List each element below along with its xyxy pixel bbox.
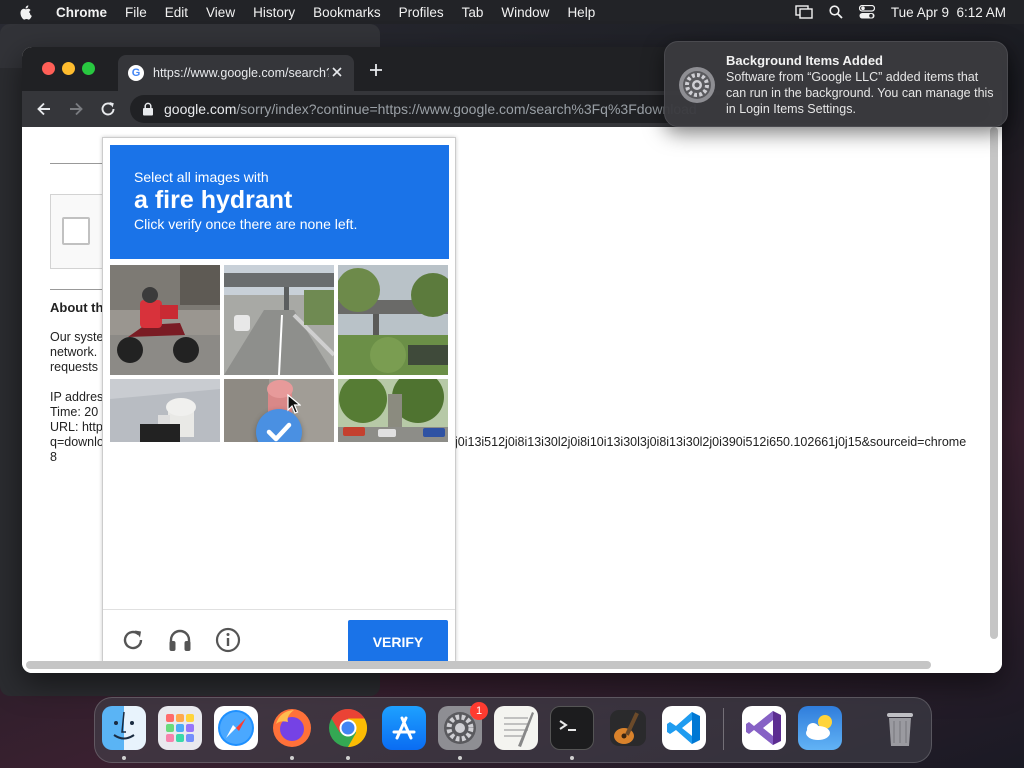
url-line-2: q=downlo bbox=[50, 435, 104, 449]
notification-badge: 1 bbox=[470, 702, 488, 720]
url-line-3: 8 bbox=[50, 450, 57, 464]
tab-close-icon[interactable] bbox=[330, 65, 344, 79]
dock-garageband-icon[interactable] bbox=[606, 706, 650, 750]
reload-challenge-icon[interactable] bbox=[120, 627, 146, 653]
dock-safari-icon[interactable] bbox=[214, 706, 258, 750]
dock-visual-studio-icon[interactable] bbox=[742, 706, 786, 750]
dock-app-store-icon[interactable] bbox=[382, 706, 426, 750]
running-indicator bbox=[570, 756, 574, 760]
close-window-button[interactable] bbox=[42, 62, 55, 75]
captcha-target-text: a fire hydrant bbox=[134, 186, 293, 214]
captcha-tile-red-hydrant[interactable] bbox=[224, 379, 334, 442]
body-text-line: Our syste bbox=[50, 330, 104, 344]
recaptcha-checkbox[interactable] bbox=[62, 217, 90, 245]
captcha-tile-overpass[interactable] bbox=[224, 265, 334, 375]
menu-help[interactable]: Help bbox=[567, 5, 595, 20]
verify-button[interactable]: VERIFY bbox=[348, 620, 448, 664]
system-settings-gear-icon bbox=[679, 67, 715, 103]
back-arrow-icon[interactable] bbox=[35, 100, 53, 118]
forward-arrow-icon[interactable] bbox=[67, 100, 85, 118]
notification-title: Background Items Added bbox=[726, 53, 883, 68]
screen-mirroring-icon[interactable] bbox=[795, 5, 813, 19]
dock-separator bbox=[723, 708, 724, 750]
menu-tab[interactable]: Tab bbox=[462, 5, 484, 20]
mouse-cursor-icon bbox=[287, 394, 301, 414]
info-icon[interactable] bbox=[215, 627, 241, 653]
menu-file[interactable]: File bbox=[125, 5, 147, 20]
url-path: /sorry/index?continue=https://www.google… bbox=[236, 101, 697, 117]
url-label: URL: http bbox=[50, 420, 103, 434]
control-center-icon[interactable] bbox=[858, 5, 875, 19]
dock-weather-icon[interactable] bbox=[798, 706, 842, 750]
horizontal-scrollbar[interactable] bbox=[26, 661, 931, 669]
menu-view[interactable]: View bbox=[206, 5, 235, 20]
body-text-line: requests bbox=[50, 360, 98, 374]
dock-firefox-icon[interactable] bbox=[270, 706, 314, 750]
menu-clock[interactable]: Tue Apr 9 6:12 AM bbox=[891, 5, 1006, 20]
active-tab[interactable]: G https://www.google.com/search?q=downlo… bbox=[118, 55, 354, 91]
captcha-instruction-text: Select all images with bbox=[134, 169, 269, 185]
dock-finder-icon[interactable] bbox=[102, 706, 146, 750]
running-indicator bbox=[290, 756, 294, 760]
captcha-footer: VERIFY bbox=[103, 609, 455, 664]
menu-bookmarks[interactable]: Bookmarks bbox=[313, 5, 381, 20]
spotlight-search-icon[interactable] bbox=[829, 5, 843, 19]
page-content: About th Our syste network. requests IP … bbox=[22, 127, 1002, 673]
menu-profiles[interactable]: Profiles bbox=[399, 5, 444, 20]
dock: 1 bbox=[94, 697, 932, 763]
background-items-notification[interactable]: Background Items Added Software from “Go… bbox=[664, 41, 1008, 127]
audio-challenge-icon[interactable] bbox=[167, 627, 193, 653]
captcha-tile-bridge[interactable] bbox=[338, 265, 448, 375]
dock-textedit-icon[interactable] bbox=[494, 706, 538, 750]
captcha-instructions: Select all images with a fire hydrant Cl… bbox=[110, 145, 449, 259]
menu-history[interactable]: History bbox=[253, 5, 295, 20]
dock-launchpad-icon[interactable] bbox=[158, 706, 202, 750]
menu-window[interactable]: Window bbox=[501, 5, 549, 20]
reload-icon[interactable] bbox=[99, 100, 117, 118]
new-tab-icon[interactable] bbox=[368, 62, 384, 78]
ip-address-label: IP addres bbox=[50, 390, 104, 404]
captcha-tile-motorcycle[interactable] bbox=[110, 265, 220, 375]
lock-icon[interactable] bbox=[142, 102, 154, 116]
url-domain: google.com bbox=[164, 101, 237, 117]
vertical-scrollbar[interactable] bbox=[990, 127, 998, 639]
menu-app-name[interactable]: Chrome bbox=[56, 5, 107, 20]
url-tail-text: j0i13i512j0i8i13i30l2j0i8i10i13i30l3j0i8… bbox=[455, 435, 967, 449]
menu-edit[interactable]: Edit bbox=[165, 5, 188, 20]
dock-trash-icon[interactable] bbox=[878, 706, 922, 750]
captcha-tile-street[interactable] bbox=[338, 379, 448, 442]
captcha-tile-white-hydrant[interactable] bbox=[110, 379, 220, 442]
running-indicator bbox=[346, 756, 350, 760]
dock-terminal-icon[interactable] bbox=[550, 706, 594, 750]
body-text-line: network. bbox=[50, 345, 98, 359]
divider bbox=[50, 289, 105, 290]
divider bbox=[50, 163, 105, 164]
about-heading: About th bbox=[50, 300, 104, 315]
chrome-window: G https://www.google.com/search?q=downlo… bbox=[22, 47, 1002, 673]
google-favicon-icon: G bbox=[128, 65, 144, 81]
zoom-window-button[interactable] bbox=[82, 62, 95, 75]
running-indicator bbox=[122, 756, 126, 760]
tab-title: https://www.google.com/search?q=download bbox=[153, 66, 329, 80]
menu-bar: Chrome File Edit View History Bookmarks … bbox=[0, 0, 1024, 24]
running-indicator bbox=[458, 756, 462, 760]
dock-vscode-icon[interactable] bbox=[662, 706, 706, 750]
captcha-subtext: Click verify once there are none left. bbox=[134, 216, 358, 232]
time-label: Time: 20 bbox=[50, 405, 99, 419]
dock-chrome-icon[interactable] bbox=[326, 706, 370, 750]
recaptcha-challenge: Select all images with a fire hydrant Cl… bbox=[102, 137, 456, 664]
minimize-window-button[interactable] bbox=[62, 62, 75, 75]
apple-icon[interactable] bbox=[18, 4, 34, 20]
notification-body: Software from “Google LLC” added items t… bbox=[726, 70, 994, 116]
